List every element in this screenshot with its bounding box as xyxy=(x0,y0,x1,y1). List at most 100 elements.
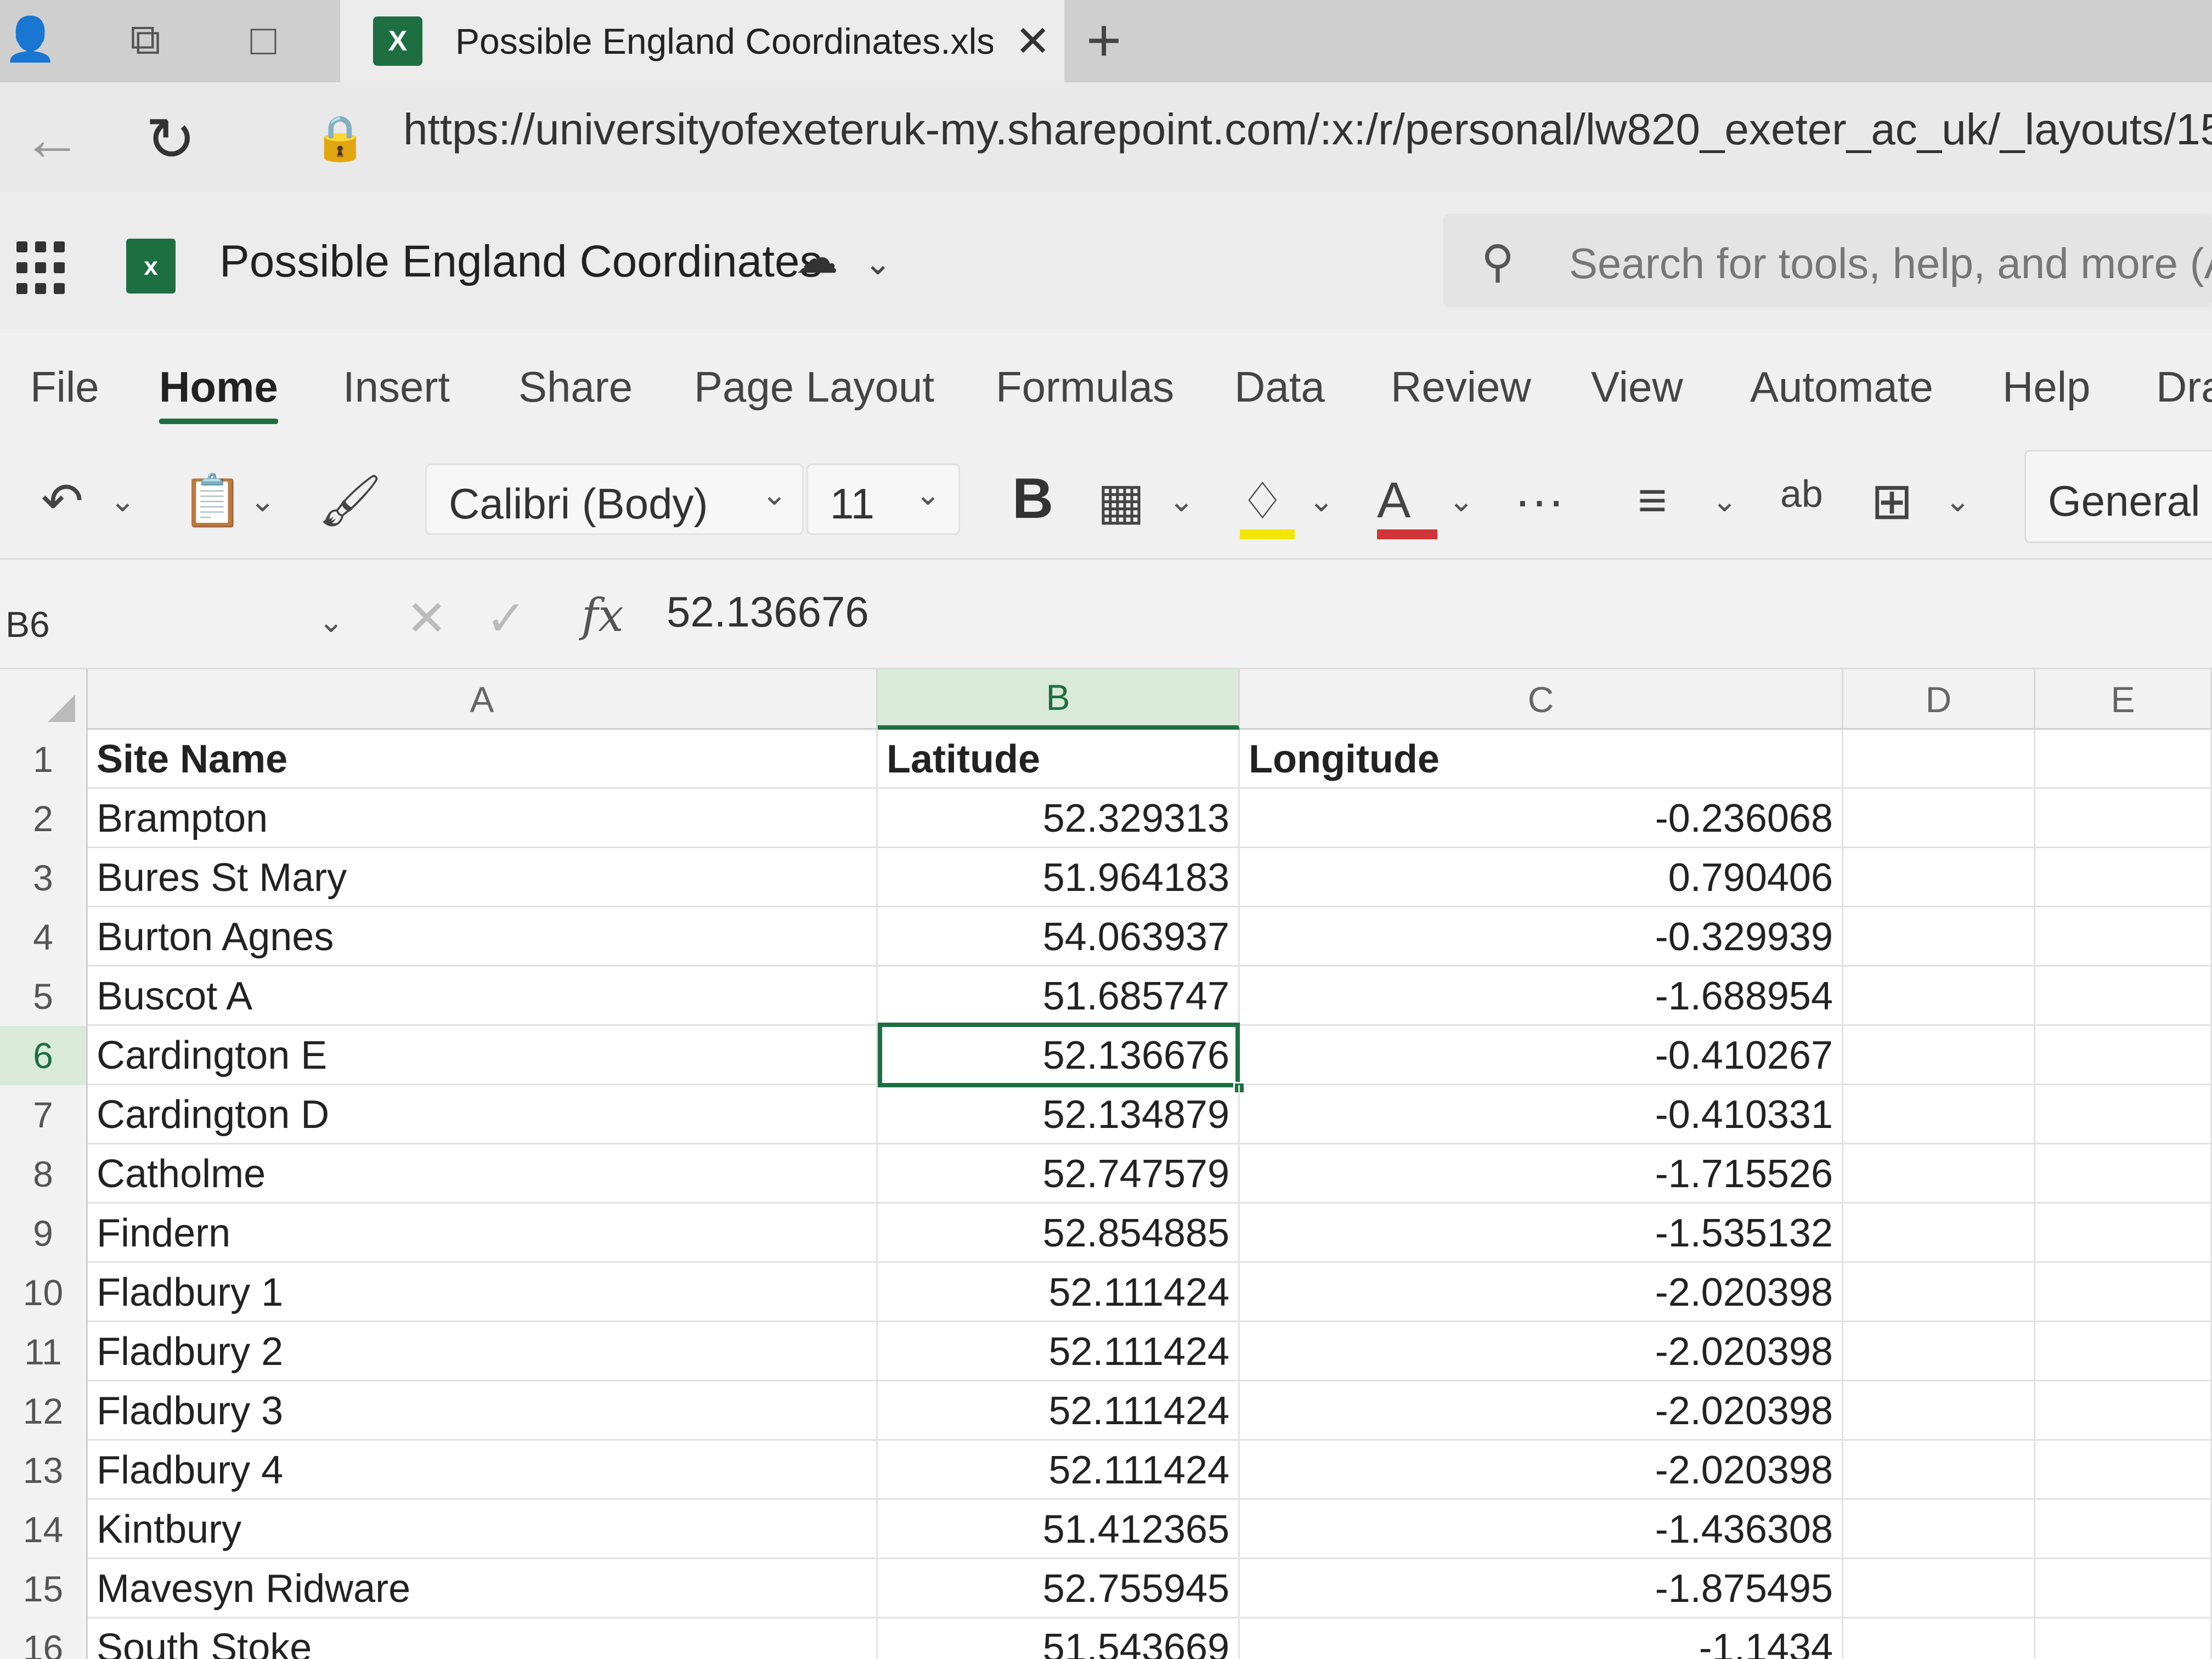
cell-latitude[interactable]: 54.063937 xyxy=(878,907,1240,967)
row-header[interactable]: 11 xyxy=(0,1322,88,1381)
row-header[interactable]: 9 xyxy=(0,1204,88,1263)
cell-latitude[interactable]: 52.136676 xyxy=(878,1026,1240,1085)
merge-dropdown-icon[interactable]: ⌄ xyxy=(1945,483,1971,519)
bold-button[interactable]: B xyxy=(1012,466,1053,532)
tab-home[interactable]: Home xyxy=(159,362,278,424)
row-header[interactable]: 14 xyxy=(0,1500,88,1559)
cell-latitude[interactable]: 52.854885 xyxy=(878,1204,1240,1263)
cell-longitude[interactable]: -1.535132 xyxy=(1240,1204,1843,1263)
tab-page-layout[interactable]: Page Layout xyxy=(694,362,934,412)
search-input[interactable]: Search for tools, help, and more (Al xyxy=(1569,239,2212,289)
cell-longitude[interactable]: -1.688954 xyxy=(1240,967,1843,1026)
tab-insert[interactable]: Insert xyxy=(343,362,450,412)
borders-dropdown-icon[interactable]: ⌄ xyxy=(1169,483,1194,519)
row-header[interactable]: 4 xyxy=(0,907,88,967)
cell-longitude[interactable]: 0.790406 xyxy=(1240,848,1843,907)
cell-longitude[interactable]: -0.329939 xyxy=(1240,907,1843,967)
merge-cells-icon[interactable]: ⊞ xyxy=(1871,472,1913,531)
cell-site-name[interactable]: Fladbury 1 xyxy=(88,1263,878,1322)
cell-empty[interactable] xyxy=(1843,1144,2035,1204)
cell-empty[interactable] xyxy=(1843,1441,2035,1500)
cell-site-name[interactable]: Buscot A xyxy=(88,967,878,1026)
row-header[interactable]: 2 xyxy=(0,789,88,848)
cancel-icon[interactable]: ✕ xyxy=(406,590,447,647)
cell-empty[interactable] xyxy=(2035,1441,2212,1500)
browser-tab-active[interactable]: X Possible England Coordinates.xls ✕ xyxy=(340,0,1064,82)
cell-longitude[interactable]: -2.020398 xyxy=(1240,1441,1843,1500)
column-header-c[interactable]: C xyxy=(1240,669,1843,730)
cell-site-name[interactable]: Fladbury 2 xyxy=(88,1322,878,1381)
lock-icon[interactable]: 🔒 xyxy=(313,112,368,164)
column-header-a[interactable]: A xyxy=(88,669,878,730)
cell-empty[interactable] xyxy=(1843,1618,2035,1659)
cell-longitude[interactable]: -1.715526 xyxy=(1240,1144,1843,1204)
row-header[interactable]: 8 xyxy=(0,1144,88,1204)
cell-longitude[interactable]: -0.236068 xyxy=(1240,789,1843,848)
cell-empty[interactable] xyxy=(2035,730,2212,789)
tab-view[interactable]: View xyxy=(1591,362,1683,412)
cell-site-name[interactable]: Cardington D xyxy=(88,1085,878,1144)
row-header[interactable]: 6 xyxy=(0,1026,88,1085)
row-header[interactable]: 15 xyxy=(0,1559,88,1618)
cell-longitude[interactable]: -1.1434 xyxy=(1240,1618,1843,1659)
cell-empty[interactable] xyxy=(2035,1026,2212,1085)
refresh-icon[interactable]: ↻ xyxy=(145,104,196,174)
header-cell-longitude[interactable]: Longitude xyxy=(1240,730,1843,789)
chevron-down-icon[interactable]: ⌄ xyxy=(864,244,891,283)
name-box[interactable]: B6 ⌄ xyxy=(0,592,357,658)
tab-review[interactable]: Review xyxy=(1391,362,1531,412)
cell-site-name[interactable]: Findern xyxy=(88,1204,878,1263)
align-dropdown-icon[interactable]: ⌄ xyxy=(1712,483,1737,519)
number-format-select[interactable]: General xyxy=(2024,450,2212,543)
row-header[interactable]: 7 xyxy=(0,1085,88,1144)
align-icon[interactable]: ≡ xyxy=(1638,472,1667,529)
cell-empty[interactable] xyxy=(1843,967,2035,1026)
cell-empty[interactable] xyxy=(1843,1381,2035,1441)
cell-latitude[interactable]: 52.329313 xyxy=(878,789,1240,848)
cell-site-name[interactable]: Catholme xyxy=(88,1144,878,1204)
paste-dropdown-icon[interactable]: ⌄ xyxy=(250,483,275,519)
row-header[interactable]: 13 xyxy=(0,1441,88,1500)
cell-longitude[interactable]: -0.410331 xyxy=(1240,1085,1843,1144)
tab-actions-icon[interactable]: □ xyxy=(236,12,291,67)
profile-icon[interactable]: 👤 xyxy=(3,12,58,67)
cell-empty[interactable] xyxy=(2035,1381,2212,1441)
cell-empty[interactable] xyxy=(2035,1263,2212,1322)
cell-latitude[interactable]: 52.111424 xyxy=(878,1322,1240,1381)
font-color-dropdown-icon[interactable]: ⌄ xyxy=(1448,483,1474,519)
row-header[interactable]: 12 xyxy=(0,1381,88,1441)
cell-longitude[interactable]: -2.020398 xyxy=(1240,1322,1843,1381)
cell-empty[interactable] xyxy=(2035,1204,2212,1263)
cell-latitude[interactable]: 52.134879 xyxy=(878,1085,1240,1144)
function-icon[interactable]: fx xyxy=(582,590,624,642)
cell-empty[interactable] xyxy=(1843,848,2035,907)
cell-latitude[interactable]: 52.111424 xyxy=(878,1263,1240,1322)
cell-empty[interactable] xyxy=(2035,1618,2212,1659)
cell-empty[interactable] xyxy=(2035,1500,2212,1559)
cell-empty[interactable] xyxy=(1843,1500,2035,1559)
new-tab-button[interactable]: + xyxy=(1086,5,1121,75)
cell-empty[interactable] xyxy=(1843,1322,2035,1381)
cell-empty[interactable] xyxy=(1843,1559,2035,1618)
cell-site-name[interactable]: Fladbury 3 xyxy=(88,1381,878,1441)
header-cell-site-name[interactable]: Site Name xyxy=(88,730,878,789)
cell-empty[interactable] xyxy=(2035,1559,2212,1618)
row-header[interactable]: 1 xyxy=(0,730,88,789)
cell-longitude[interactable]: -2.020398 xyxy=(1240,1263,1843,1322)
column-header-d[interactable]: D xyxy=(1843,669,2035,730)
tab-help[interactable]: Help xyxy=(2002,362,2090,412)
row-header[interactable]: 16 xyxy=(0,1618,88,1659)
formula-input[interactable]: 52.136676 xyxy=(667,587,869,637)
cell-latitude[interactable]: 52.747579 xyxy=(878,1144,1240,1204)
undo-icon[interactable]: ↶ xyxy=(41,472,83,531)
cell-latitude[interactable]: 51.412365 xyxy=(878,1500,1240,1559)
tab-formulas[interactable]: Formulas xyxy=(996,362,1174,412)
tab-automate[interactable]: Automate xyxy=(1750,362,1933,412)
cell-empty[interactable] xyxy=(1843,1263,2035,1322)
cell-latitude[interactable]: 52.111424 xyxy=(878,1441,1240,1500)
cell-site-name[interactable]: Cardington E xyxy=(88,1026,878,1085)
column-header-b[interactable]: B xyxy=(878,669,1240,730)
cell-site-name[interactable]: Fladbury 4 xyxy=(88,1441,878,1500)
chevron-down-icon[interactable]: ⌄ xyxy=(318,603,344,640)
cell-site-name[interactable]: Kintbury xyxy=(88,1500,878,1559)
